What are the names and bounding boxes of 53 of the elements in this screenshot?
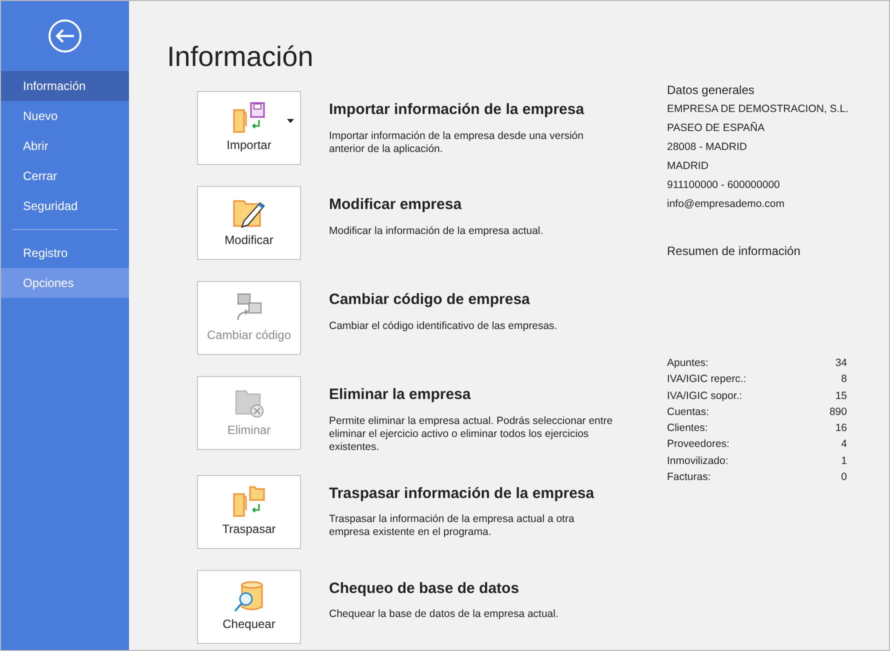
action-description: Importar información de la empresa desde una versión anterior de la aplicación. <box>329 130 584 156</box>
sidebar-item[interactable]: Nuevo <box>1 101 129 131</box>
company-info-line: 28008 - MADRID <box>667 140 748 155</box>
section-heading: Resumen de información <box>667 243 802 260</box>
sidebar-item[interactable]: Información <box>1 71 129 101</box>
action-description: Chequear la base de datos de la empresa actual. <box>329 608 560 621</box>
action-button[interactable]: Chequear <box>197 570 301 644</box>
folder-import-icon <box>232 102 266 134</box>
action-heading: Modificar empresa <box>329 195 463 215</box>
action-heading: Importar información de la empresa <box>329 100 586 120</box>
action-heading: Eliminar la empresa <box>329 385 472 405</box>
caret-icon <box>287 119 294 123</box>
summary-value: 16 <box>835 421 847 436</box>
summary-value: 15 <box>835 388 847 404</box>
summary-value: 890 <box>829 404 847 420</box>
action-description: Cambiar el código identificativo de las empresas. <box>329 320 558 332</box>
summary-label: Clientes: <box>667 421 708 436</box>
action-button[interactable]: Importar <box>197 91 301 165</box>
summary-value: 0 <box>841 470 847 486</box>
summary-label: Apuntes: <box>667 356 708 371</box>
section-heading: Datos generales <box>667 82 756 99</box>
action-heading: Cambiar código de empresa <box>329 290 531 310</box>
company-info-line: 911100000 - 600000000 <box>667 178 781 193</box>
summary-label: Inmovilizado: <box>667 454 728 469</box>
folder-transfer-icon <box>232 486 266 518</box>
sidebar-item[interactable]: Registro <box>1 238 129 268</box>
back-button[interactable] <box>48 19 82 53</box>
action-description: Permite eliminar la empresa actual. Podrás seleccionar entre eliminar el ejercicio activo o eliminar todos los ejercicios existentes. <box>329 414 614 454</box>
action-button[interactable]: Modificar <box>197 186 301 260</box>
summary-label: IVA/IGIC reperc.: <box>667 372 746 388</box>
summary-label: IVA/IGIC sopor.: <box>667 388 742 404</box>
summary-value: 8 <box>841 372 847 388</box>
summary-value: 1 <box>841 454 847 469</box>
company-info-line: MADRID <box>667 159 710 174</box>
company-info-line: PASEO DE ESPAÑA <box>667 120 766 136</box>
action-description: Traspasar la información de la empresa actual a otra empresa existente en el programa. <box>329 513 576 539</box>
action-heading: Chequeo de base de datos <box>329 578 520 598</box>
sidebar-item[interactable]: Seguridad <box>1 191 129 221</box>
action-description: Modificar la información de la empresa actual. <box>329 224 544 238</box>
action-heading: Traspasar información de la empresa <box>329 484 596 504</box>
company-info-line: EMPRESA DE DEMOSTRACION, S.L. <box>667 102 847 117</box>
summary-label: Cuentas: <box>667 404 710 420</box>
page-title: Información <box>167 40 314 74</box>
company-info-line: info@empresademo.com <box>667 197 786 212</box>
summary-value: 34 <box>835 356 847 371</box>
sidebar-item[interactable]: Cerrar <box>1 161 129 191</box>
sidebar-item[interactable]: Opciones <box>1 268 129 298</box>
summary-label: Facturas: <box>667 470 711 486</box>
summary-value: 4 <box>841 437 847 452</box>
sidebar-item[interactable]: Abrir <box>1 131 129 161</box>
database-search-icon <box>232 580 266 612</box>
action-button[interactable]: Traspasar <box>197 474 301 548</box>
summary-label: Proveedores: <box>667 437 730 452</box>
